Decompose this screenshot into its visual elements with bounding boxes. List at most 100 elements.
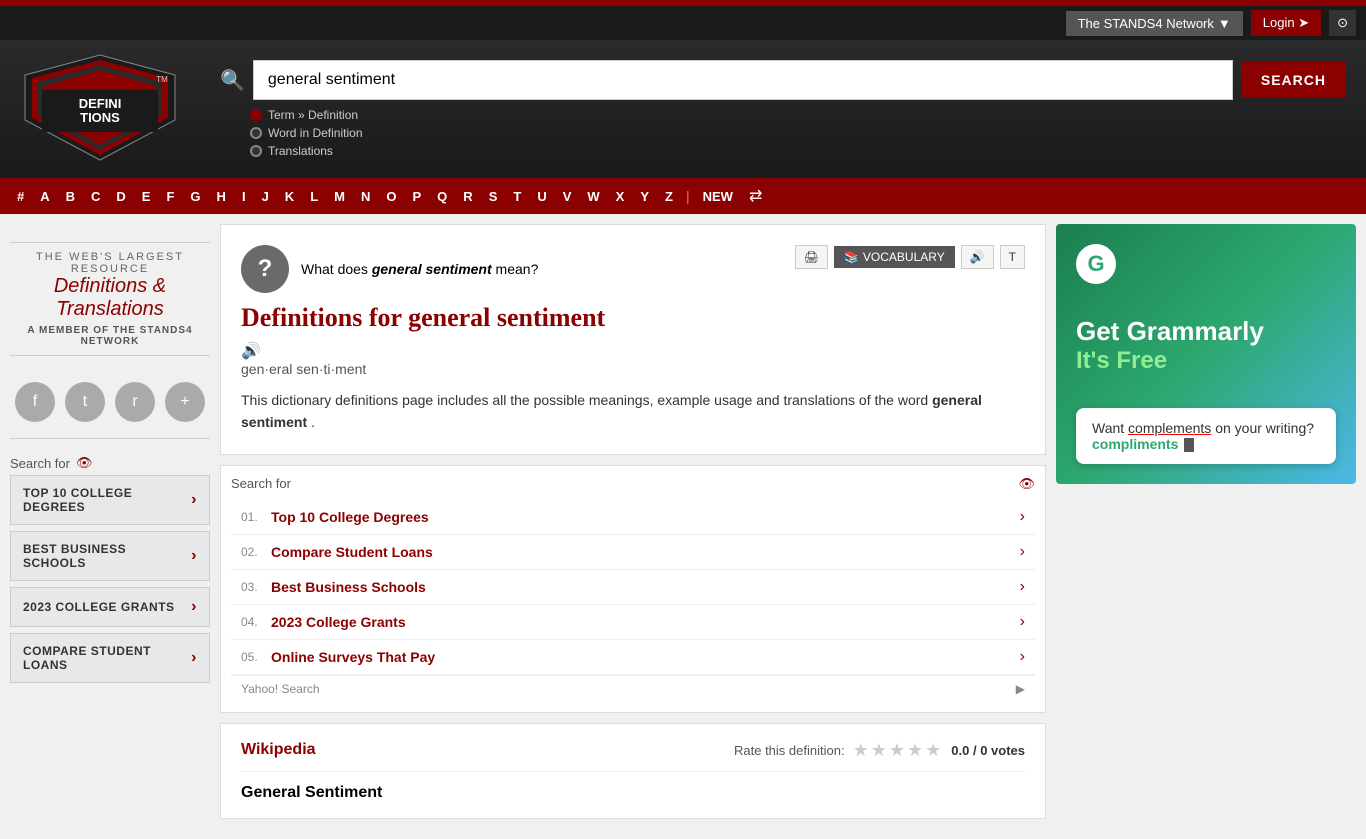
alpha-y[interactable]: Y: [633, 181, 656, 212]
search-item-text-1: Compare Student Loans: [271, 544, 1020, 560]
radio-dot-inactive-1: [250, 127, 262, 139]
sidebar-member-line: A MEMBER OF THE STANDS4 NETWORK: [10, 325, 210, 347]
facebook-icon[interactable]: f: [15, 382, 55, 422]
search-button[interactable]: SEARCH: [1241, 62, 1346, 98]
print-button[interactable]: 🖨: [795, 245, 828, 269]
alpha-h[interactable]: H: [210, 181, 233, 212]
alpha-d[interactable]: D: [109, 181, 132, 212]
search-item-text-2: Best Business Schools: [271, 579, 1020, 595]
what-does-text: What does general sentiment mean?: [301, 261, 538, 277]
radio-label-2: Word in Definition: [268, 126, 363, 140]
alpha-p[interactable]: P: [406, 181, 429, 212]
alpha-hash[interactable]: #: [10, 181, 31, 212]
alpha-w[interactable]: W: [580, 181, 606, 212]
alpha-b[interactable]: B: [59, 181, 82, 212]
question-icon: ?: [241, 245, 289, 293]
logo-container: DEFINI TIONS TM: [20, 50, 200, 168]
vocabulary-button[interactable]: 📚 VOCABULARY: [834, 246, 955, 268]
alpha-f[interactable]: F: [159, 181, 181, 212]
definition-body: This dictionary definitions page include…: [241, 389, 1025, 434]
sidebar-tagline: The Web's Largest Resource: [10, 251, 210, 275]
alpha-a[interactable]: A: [33, 181, 56, 212]
search-widget-item-0[interactable]: 01. Top 10 College Degrees ›: [231, 500, 1035, 535]
definition-actions: 🖨 📚 VOCABULARY 🔊 T: [795, 245, 1025, 269]
search-item-num-0: 01.: [241, 510, 271, 524]
alpha-n[interactable]: N: [354, 181, 377, 212]
search-widget-item-4[interactable]: 05. Online Surveys That Pay ›: [231, 640, 1035, 675]
definition-title: Definitions for general sentiment: [241, 303, 1025, 333]
wikipedia-link[interactable]: Wikipedia: [241, 741, 316, 759]
alpha-r[interactable]: R: [456, 181, 479, 212]
search-widget-item-1[interactable]: 02. Compare Student Loans ›: [231, 535, 1035, 570]
search-widget-item-3[interactable]: 04. 2023 College Grants ›: [231, 605, 1035, 640]
eye-icon: 👁: [1018, 476, 1035, 492]
wiki-rating: Rate this definition: ★★★★★ 0.0 / 0 vote…: [734, 740, 1025, 761]
reddit-icon[interactable]: r: [115, 382, 155, 422]
search-input[interactable]: [253, 60, 1233, 100]
sidebar-item-compare-loans[interactable]: COMPARE STUDENT LOANS ›: [10, 633, 210, 683]
audio-button[interactable]: 🔊: [961, 245, 994, 269]
definition-card: ? What does general sentiment mean? 🖨 📚 …: [220, 224, 1046, 455]
shuffle-icon[interactable]: ⇄: [742, 178, 769, 214]
alpha-l[interactable]: L: [303, 181, 325, 212]
sidebar-item-top-college[interactable]: TOP 10 COLLEGE DEGREES ›: [10, 475, 210, 525]
search-options: Term » Definition Word in Definition Tra…: [250, 108, 1346, 158]
network-button[interactable]: The STANDS4 Network ▼: [1066, 11, 1243, 36]
login-label: Login: [1263, 15, 1295, 30]
audio-play-icon[interactable]: 🔊: [241, 343, 261, 360]
alpha-t[interactable]: T: [506, 181, 528, 212]
radio-translations[interactable]: Translations: [250, 144, 1346, 158]
twitter-icon[interactable]: t: [65, 382, 105, 422]
alpha-q[interactable]: Q: [430, 181, 454, 212]
login-button[interactable]: Login ➤: [1251, 10, 1321, 36]
grammarly-letter: G: [1087, 251, 1104, 277]
history-button[interactable]: ⊙: [1329, 10, 1356, 36]
alpha-c[interactable]: C: [84, 181, 107, 212]
alpha-k[interactable]: K: [278, 181, 301, 212]
svg-text:DEFINI: DEFINI: [79, 96, 122, 111]
wiki-stars[interactable]: ★★★★★: [853, 740, 944, 761]
alpha-s[interactable]: S: [482, 181, 505, 212]
alpha-o[interactable]: O: [379, 181, 403, 212]
wiki-content: General Sentiment: [241, 771, 1025, 802]
book-icon: 📚: [844, 250, 859, 264]
sidebar-arrow-1: ›: [191, 547, 197, 565]
search-item-arrow-1: ›: [1020, 543, 1025, 561]
wiki-score: 0.0 / 0 votes: [951, 743, 1025, 758]
sidebar-title: Definitions & Translations: [10, 275, 210, 321]
network-label: The STANDS4 Network: [1078, 16, 1214, 31]
sidebar-eye-icon: 👁: [76, 455, 93, 471]
alpha-u[interactable]: U: [530, 181, 553, 212]
alpha-g[interactable]: G: [183, 181, 207, 212]
search-widget-item-2[interactable]: 03. Best Business Schools ›: [231, 570, 1035, 605]
nav-new[interactable]: NEW: [696, 181, 740, 212]
alpha-v[interactable]: V: [556, 181, 579, 212]
more-icon[interactable]: +: [165, 382, 205, 422]
sidebar-arrow-3: ›: [191, 649, 197, 667]
search-row: 🔍 SEARCH: [220, 60, 1346, 100]
yahoo-footer: Yahoo! Search ▶: [231, 675, 1035, 702]
sidebar-item-label-1: BEST BUSINESS SCHOOLS: [23, 542, 191, 570]
search-widget-header: Search for 👁: [231, 476, 1035, 492]
sidebar-item-best-business[interactable]: BEST BUSINESS SCHOOLS ›: [10, 531, 210, 581]
nav-divider: |: [686, 188, 690, 204]
yahoo-arrow-icon: ▶: [1016, 682, 1025, 696]
grammarly-ad[interactable]: G Get Grammarly It's Free Want complemen…: [1056, 224, 1356, 484]
font-size-button[interactable]: T: [1000, 245, 1025, 269]
grammarly-headline: Get Grammarly: [1076, 316, 1336, 347]
wiki-rate-label: Rate this definition:: [734, 743, 845, 758]
alpha-j[interactable]: J: [255, 181, 276, 212]
alpha-m[interactable]: M: [327, 181, 352, 212]
radio-term-definition[interactable]: Term » Definition: [250, 108, 1346, 122]
grammarly-wrong-word: complements: [1128, 420, 1211, 436]
svg-text:TIONS: TIONS: [80, 110, 120, 125]
alpha-x[interactable]: X: [609, 181, 632, 212]
alpha-z[interactable]: Z: [658, 181, 680, 212]
what-does-label: What does: [301, 261, 368, 277]
sidebar-item-college-grants[interactable]: 2023 COLLEGE GRANTS ›: [10, 587, 210, 627]
radio-word-in-definition[interactable]: Word in Definition: [250, 126, 1346, 140]
alpha-e[interactable]: E: [135, 181, 158, 212]
alpha-i[interactable]: I: [235, 181, 253, 212]
logo-svg: DEFINI TIONS TM: [20, 50, 180, 165]
definition-period: .: [311, 414, 315, 430]
